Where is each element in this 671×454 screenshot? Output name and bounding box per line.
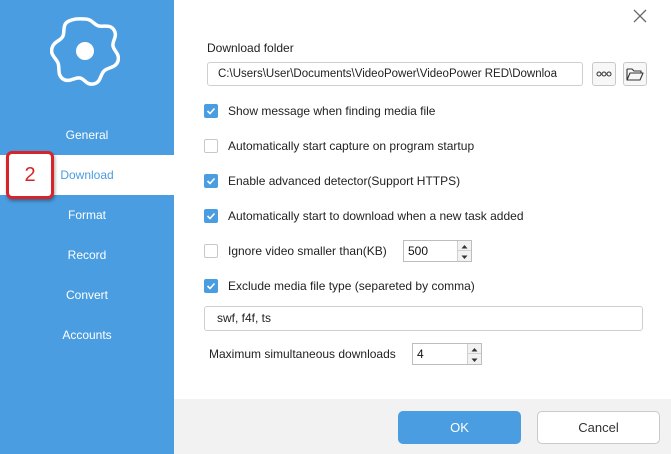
sidebar-item-general[interactable]: General (0, 115, 174, 155)
browse-folder-button[interactable] (623, 62, 647, 86)
auto-start-capture-checkbox[interactable] (204, 139, 218, 153)
ignore-size-stepper[interactable]: 500 (403, 240, 472, 262)
show-message-label: Show message when finding media file (228, 104, 436, 118)
exclude-types-input[interactable]: swf, f4f, ts (204, 306, 643, 331)
ok-button[interactable]: OK (398, 411, 521, 444)
checkmark-icon (206, 107, 216, 115)
exclude-types-checkbox[interactable] (204, 279, 218, 293)
max-downloads-spin-buttons (467, 344, 481, 364)
increment-button[interactable] (458, 241, 471, 251)
arrow-down-icon (471, 358, 478, 362)
advanced-detector-checkbox[interactable] (204, 174, 218, 188)
checkmark-icon (206, 212, 216, 220)
ignore-small-video-label: Ignore video smaller than(KB) (228, 244, 387, 258)
sidebar: General Download Format Record Convert A… (0, 0, 174, 454)
max-downloads-value[interactable]: 4 (417, 344, 424, 364)
auto-download-label: Automatically start to download when a n… (228, 209, 524, 223)
step-number-callout: 2 (6, 151, 54, 199)
advanced-detector-label: Enable advanced detector(Support HTTPS) (228, 174, 461, 188)
max-downloads-label: Maximum simultaneous downloads (209, 347, 396, 361)
sidebar-item-convert[interactable]: Convert (0, 275, 174, 315)
sidebar-item-record[interactable]: Record (0, 235, 174, 275)
sidebar-item-accounts[interactable]: Accounts (0, 315, 174, 355)
max-downloads-stepper[interactable]: 4 (412, 343, 482, 365)
ignore-size-spin-buttons (457, 241, 471, 261)
ignore-small-video-checkbox[interactable] (204, 244, 218, 258)
decrement-button[interactable] (458, 251, 471, 261)
gear-icon (50, 17, 120, 86)
decrement-button[interactable] (468, 354, 481, 364)
cancel-button[interactable]: Cancel (537, 411, 660, 444)
show-message-checkbox[interactable] (204, 104, 218, 118)
folder-open-icon (626, 68, 644, 81)
sidebar-item-format[interactable]: Format (0, 195, 174, 235)
auto-download-checkbox[interactable] (204, 209, 218, 223)
settings-window: General Download Format Record Convert A… (0, 0, 671, 454)
exclude-types-label: Exclude media file type (separeted by co… (228, 279, 475, 293)
more-options-button[interactable] (592, 62, 616, 86)
more-options-icon (596, 71, 612, 77)
checkmark-icon (206, 282, 216, 290)
ignore-size-value[interactable]: 500 (408, 241, 428, 261)
checkmark-icon (206, 177, 216, 185)
download-folder-path-field[interactable]: C:\Users\User\Documents\VideoPower\Video… (207, 62, 583, 86)
download-folder-label: Download folder (207, 41, 294, 55)
increment-button[interactable] (468, 344, 481, 354)
close-icon[interactable] (630, 6, 650, 26)
arrow-down-icon (461, 255, 468, 259)
auto-start-capture-label: Automatically start capture on program s… (228, 139, 475, 153)
